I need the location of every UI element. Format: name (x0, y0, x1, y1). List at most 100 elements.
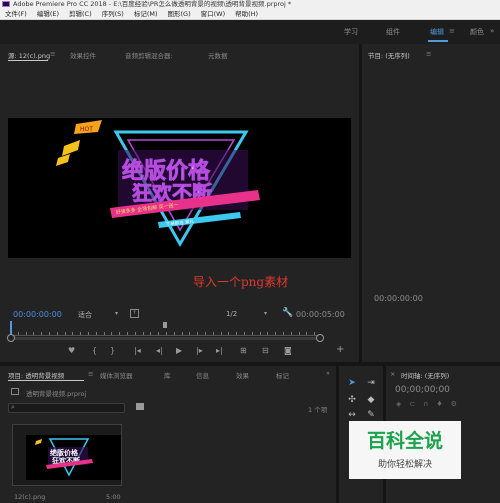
program-panel-title[interactable]: 节目: (无序列) (368, 50, 410, 60)
workspace-assembly[interactable]: 组件 (386, 27, 400, 37)
tab-source[interactable]: 源: 12(c).png (8, 50, 50, 60)
ruler-tick (95, 332, 97, 335)
ruler-tick (189, 332, 191, 335)
new-bin-icon[interactable] (136, 403, 144, 410)
workspace-learn[interactable]: 学习 (344, 27, 358, 37)
scrollbar-right-handle[interactable] (316, 334, 324, 342)
overwrite-icon[interactable]: ⊟ (262, 346, 269, 355)
step-back-icon[interactable]: ◂| (156, 346, 163, 355)
source-timecode-current[interactable]: 00:00:00:00 (13, 310, 62, 319)
step-forward-icon[interactable]: |▸ (196, 346, 203, 355)
menu-window[interactable]: 窗口(W) (196, 8, 231, 20)
tab-metadata[interactable]: 元数据 (208, 50, 228, 60)
ruler-tick (228, 332, 230, 335)
go-to-in-icon[interactable]: |◂ (134, 346, 141, 355)
ruler-tick (251, 332, 253, 335)
ruler-tick (236, 332, 238, 335)
selection-tool-icon[interactable]: ➤ (345, 376, 359, 390)
insert-icon[interactable]: ⊞ (240, 346, 247, 355)
source-caption: 导入一个png素材 (193, 275, 289, 289)
tab-effects[interactable]: 效果 (236, 370, 249, 380)
ruler-tick (127, 332, 128, 335)
menu-markers[interactable]: 标记(M) (129, 8, 163, 20)
ruler-tick (212, 332, 214, 335)
source-timecode-duration: 00:00:05:00 (296, 310, 345, 319)
razor-tool-icon[interactable]: ◆ (364, 393, 378, 407)
tab-audio-clip-mixer[interactable]: 音频剪辑混合器: (125, 50, 173, 60)
ruler-tick (25, 332, 27, 335)
track-select-tool-icon[interactable]: ⇥ (364, 376, 378, 390)
export-frame-icon[interactable]: ◙ (284, 346, 292, 355)
menu-edit[interactable]: 编辑(E) (32, 8, 64, 20)
source-scrollbar[interactable] (11, 337, 319, 340)
workspace-editing[interactable]: 编辑 (430, 27, 444, 37)
timeline-panel-title[interactable]: 时间轴: (无序列) (401, 370, 449, 380)
window-title: Adobe Premiere Pro CC 2018 - E:\百度经验\PR怎… (13, 0, 292, 8)
premiere-logo-icon (2, 1, 10, 7)
tab-markers[interactable]: 标记 (276, 370, 289, 380)
tab-project[interactable]: 项目: 透明背景视频 (8, 370, 64, 380)
fit-dropdown-arrow-icon[interactable]: ▾ (115, 310, 118, 317)
project-file-icon (11, 388, 19, 395)
timeline-toolbar-icons[interactable]: ◈⊂∩♦⚙ (396, 400, 465, 408)
button-editor-plus-icon[interactable]: + (336, 344, 344, 355)
ruler-tick (314, 332, 316, 335)
ruler-tick (142, 332, 144, 335)
tab-effect-controls[interactable]: 效果控件 (70, 50, 96, 60)
artwork-yellow-slash (62, 140, 80, 156)
scrollbar-left-handle[interactable] (7, 334, 15, 342)
play-icon[interactable]: ▶ (176, 346, 182, 355)
workspace-menu-icon[interactable]: ≡ (449, 27, 455, 35)
timeline-close-icon[interactable]: × (390, 370, 395, 378)
menu-graphics[interactable]: 图形(G) (163, 8, 196, 20)
workspace-active-indicator (428, 40, 448, 42)
panel-divider-lower-1[interactable] (336, 366, 339, 503)
png-artwork: HOT 绝版价格 狂欢不断 好货多多 全场包邮 买一送一 下单即送 豪礼 (56, 120, 260, 247)
resolution-dropdown-arrow-icon[interactable]: ▾ (264, 310, 267, 317)
ruler-tick (49, 332, 50, 335)
tab-libraries[interactable]: 库 (164, 370, 171, 380)
tab-source-menu-icon[interactable]: ≡ (50, 50, 55, 58)
panel-divider-vertical[interactable] (359, 44, 362, 362)
project-search-input[interactable] (8, 403, 125, 413)
workspace-color[interactable]: 颜色 (470, 27, 484, 37)
menu-sequence[interactable]: 序列(S) (97, 8, 129, 20)
menu-help[interactable]: 帮助(H) (230, 8, 263, 20)
ruler-tick (290, 332, 292, 335)
add-marker-icon[interactable]: ♥ (68, 346, 75, 355)
resolution-dropdown[interactable]: 1/2 (226, 310, 237, 318)
fit-dropdown[interactable]: 适合 (78, 310, 92, 320)
program-menu-icon[interactable]: ≡ (426, 50, 431, 58)
ruler-tick (173, 332, 175, 335)
wrench-icon[interactable]: 🔧 (282, 308, 293, 318)
ripple-edit-tool-icon[interactable]: ✣ (345, 393, 359, 407)
tab-project-menu-icon[interactable]: ≡ (88, 370, 93, 378)
mark-out-icon[interactable]: } (110, 346, 115, 355)
pen-tool-icon[interactable]: ✎ (364, 408, 378, 422)
ruler-tick (134, 332, 136, 335)
menu-file[interactable]: 文件(F) (0, 8, 32, 20)
slip-tool-icon[interactable]: ↔ (345, 408, 359, 422)
ruler-tick (205, 332, 206, 335)
in-out-marker-icon[interactable] (163, 322, 167, 328)
mark-in-icon[interactable]: { (92, 346, 97, 355)
watermark-overlay: 百科全说 助你轻松解决 (349, 421, 461, 479)
ruler-tick (181, 332, 183, 335)
tabs-overflow-icon[interactable]: » (326, 369, 330, 377)
panel-divider-horizontal[interactable] (0, 362, 500, 366)
workspace-more-icon[interactable]: » (490, 27, 494, 35)
go-to-out-icon[interactable]: ▸| (216, 346, 223, 355)
tab-media-browser[interactable]: 媒体浏览器 (100, 370, 133, 380)
project-file-name: 透明背景视频.prproj (26, 390, 87, 398)
resolution-label: 1/2 (226, 310, 238, 318)
artwork-yellow-slash (56, 154, 70, 166)
program-timecode: 00:00:00:00 (374, 294, 423, 303)
ruler-tick (103, 332, 105, 335)
settings-wrench-box-icon[interactable]: ↑ (130, 309, 139, 318)
ruler-tick (220, 332, 222, 335)
tab-info[interactable]: 信息 (196, 370, 209, 380)
ruler-tick (298, 332, 300, 335)
clip-thumbnail-image: 绝版价格 狂欢不断 (26, 435, 121, 480)
source-video-frame[interactable]: HOT 绝版价格 狂欢不断 好货多多 全场包邮 买一送一 下单即送 豪礼 (8, 118, 351, 258)
menu-clip[interactable]: 剪辑(C) (64, 8, 97, 20)
